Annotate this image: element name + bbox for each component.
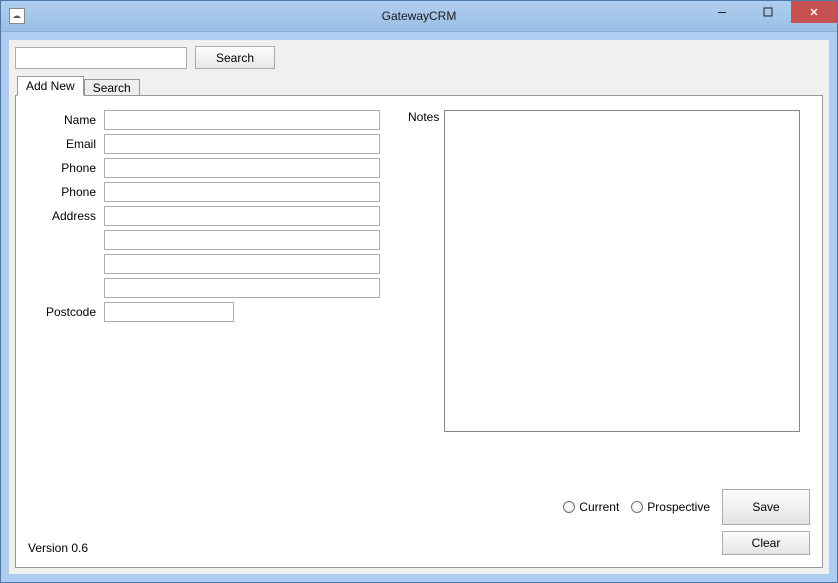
maximize-button[interactable] <box>745 1 791 23</box>
label-postcode: Postcode <box>28 305 104 319</box>
top-search-input[interactable] <box>15 47 187 69</box>
tab-search[interactable]: Search <box>84 79 140 96</box>
window-controls <box>699 1 837 31</box>
label-name: Name <box>28 113 104 127</box>
save-button[interactable]: Save <box>722 489 810 525</box>
save-row: Current Prospective Save <box>563 489 810 525</box>
close-button[interactable] <box>791 1 837 23</box>
radio-prospective-label: Prospective <box>647 500 710 514</box>
input-postcode[interactable] <box>104 302 234 322</box>
titlebar: GatewayCRM <box>1 1 837 32</box>
client-area: Search Add New Search Name Email <box>1 32 837 582</box>
input-address1[interactable] <box>104 206 380 226</box>
app-window: GatewayCRM Search Add New Search <box>0 0 838 583</box>
input-address3[interactable] <box>104 254 380 274</box>
radio-prospective[interactable]: Prospective <box>631 500 710 514</box>
top-search-button[interactable]: Search <box>195 46 275 69</box>
input-address4[interactable] <box>104 278 380 298</box>
input-phone1[interactable] <box>104 158 380 178</box>
label-address: Address <box>28 209 104 223</box>
clear-button[interactable]: Clear <box>722 531 810 555</box>
input-phone2[interactable] <box>104 182 380 202</box>
tab-page-add-new: Name Email Phone Phone <box>15 95 823 568</box>
tab-strip: Add New Search <box>15 75 823 95</box>
action-area: Current Prospective Save Clear <box>410 489 810 555</box>
input-notes[interactable] <box>444 110 800 432</box>
contact-form: Name Email Phone Phone <box>28 110 388 326</box>
tab-control: Add New Search Name Email Phone <box>15 75 823 568</box>
radio-current[interactable]: Current <box>563 500 619 514</box>
tab-add-new[interactable]: Add New <box>17 76 84 96</box>
label-phone2: Phone <box>28 185 104 199</box>
input-name[interactable] <box>104 110 380 130</box>
radio-prospective-icon <box>631 501 643 513</box>
version-label: Version 0.6 <box>28 541 88 555</box>
label-email: Email <box>28 137 104 151</box>
label-notes: Notes <box>408 110 439 124</box>
app-icon <box>9 8 25 24</box>
radio-current-label: Current <box>579 500 619 514</box>
top-search-row: Search <box>15 46 823 69</box>
input-email[interactable] <box>104 134 380 154</box>
minimize-button[interactable] <box>699 1 745 23</box>
label-phone1: Phone <box>28 161 104 175</box>
input-address2[interactable] <box>104 230 380 250</box>
radio-current-icon <box>563 501 575 513</box>
